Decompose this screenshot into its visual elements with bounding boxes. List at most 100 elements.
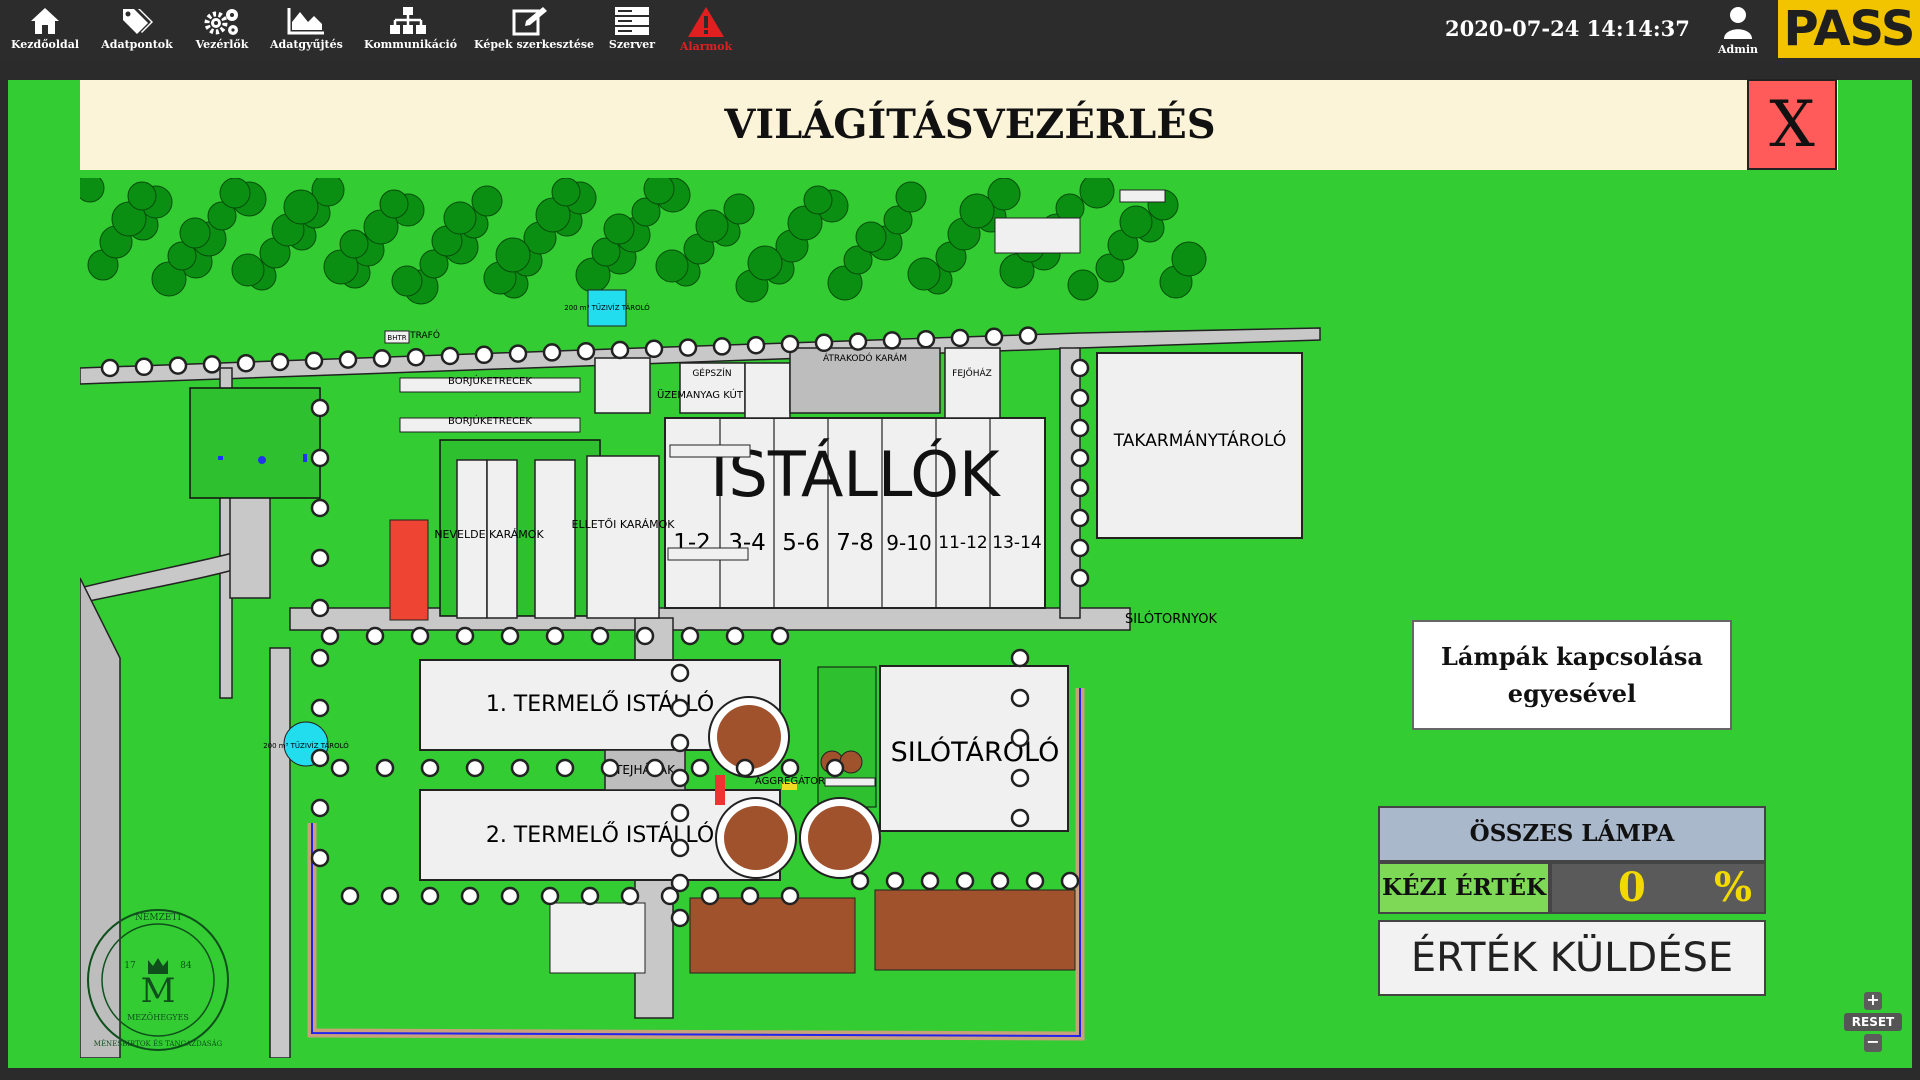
lamp[interactable] xyxy=(465,758,485,778)
lamp[interactable] xyxy=(555,758,575,778)
lamp[interactable] xyxy=(670,803,690,823)
lamp[interactable] xyxy=(1070,358,1090,378)
lamp[interactable] xyxy=(1018,326,1038,345)
lamp[interactable] xyxy=(670,698,690,718)
lamp[interactable] xyxy=(1070,448,1090,468)
lamp[interactable] xyxy=(545,626,565,646)
lamp[interactable] xyxy=(1010,808,1030,828)
lamp[interactable] xyxy=(670,733,690,753)
lamp[interactable] xyxy=(310,798,330,818)
nav-szerver[interactable]: Szerver xyxy=(608,4,656,60)
lamp[interactable] xyxy=(330,758,350,778)
lamp[interactable] xyxy=(690,758,710,778)
lamp[interactable] xyxy=(955,871,975,891)
lamp[interactable] xyxy=(365,626,385,646)
lamp[interactable] xyxy=(340,886,360,906)
lamp[interactable] xyxy=(620,886,640,906)
lamp[interactable] xyxy=(1010,728,1030,748)
lamp[interactable] xyxy=(1010,768,1030,788)
lamp[interactable] xyxy=(740,886,760,906)
lamp[interactable] xyxy=(1070,538,1090,558)
lamp[interactable] xyxy=(600,758,620,778)
lamp[interactable] xyxy=(735,758,755,778)
lamp[interactable] xyxy=(310,698,330,718)
lamp[interactable] xyxy=(100,358,120,378)
zoom-reset-button[interactable]: RESET xyxy=(1844,1013,1902,1031)
lamp[interactable] xyxy=(770,626,790,646)
lamp[interactable] xyxy=(460,886,480,906)
lamp[interactable] xyxy=(644,339,664,359)
lamp[interactable] xyxy=(680,626,700,646)
lamp[interactable] xyxy=(1070,388,1090,408)
nav-home[interactable]: Kezdőoldal xyxy=(8,4,82,60)
lamp[interactable] xyxy=(712,337,732,356)
lamp[interactable] xyxy=(670,838,690,858)
lamp[interactable] xyxy=(746,335,766,355)
lamp[interactable] xyxy=(1025,871,1045,891)
send-value-button[interactable]: ÉRTÉK KÜLDÉSE xyxy=(1378,920,1766,996)
lamp[interactable] xyxy=(1070,508,1090,528)
lamp[interactable] xyxy=(500,626,520,646)
lamp[interactable] xyxy=(990,871,1010,891)
lamp[interactable] xyxy=(814,333,834,353)
lamp[interactable] xyxy=(270,352,290,372)
lamp[interactable] xyxy=(848,332,868,351)
lamp[interactable] xyxy=(420,758,440,778)
lamp[interactable] xyxy=(780,334,800,354)
lamp[interactable] xyxy=(580,886,600,906)
lamp[interactable] xyxy=(500,886,520,906)
individual-lamps-button[interactable]: Lámpák kapcsolása egyesével xyxy=(1412,620,1732,730)
lamp[interactable] xyxy=(1070,478,1090,498)
lamp[interactable] xyxy=(882,331,902,350)
user-menu[interactable]: Admin xyxy=(1712,6,1764,58)
lamp[interactable] xyxy=(372,349,392,368)
lamp[interactable] xyxy=(310,848,330,868)
lamp[interactable] xyxy=(310,748,330,768)
lamp[interactable] xyxy=(420,886,440,906)
nav-vezerlok[interactable]: Vezérlők xyxy=(190,4,254,60)
lamp[interactable] xyxy=(635,626,655,646)
lamp[interactable] xyxy=(474,345,494,365)
lamp[interactable] xyxy=(670,908,690,928)
lamp[interactable] xyxy=(916,329,936,349)
lamp[interactable] xyxy=(670,873,690,893)
lamp[interactable] xyxy=(310,498,330,518)
lamp[interactable] xyxy=(310,648,330,668)
lamp[interactable] xyxy=(236,353,256,373)
lamp[interactable] xyxy=(984,327,1004,347)
nav-adatgyujtes[interactable]: Adatgyűjtés xyxy=(270,4,343,60)
lamp[interactable] xyxy=(202,355,222,374)
lamp[interactable] xyxy=(1010,648,1030,668)
lamp[interactable] xyxy=(780,886,800,906)
lamp[interactable] xyxy=(950,328,970,348)
nav-kommunikacio[interactable]: Kommunikáció xyxy=(364,4,457,60)
lamp[interactable] xyxy=(1070,418,1090,438)
lamp[interactable] xyxy=(134,357,154,377)
lamp[interactable] xyxy=(670,768,690,788)
nav-adatpontok[interactable]: Adatpontok xyxy=(98,4,176,60)
lamp[interactable] xyxy=(850,871,870,891)
lamp[interactable] xyxy=(410,626,430,646)
close-button[interactable]: X xyxy=(1747,79,1837,170)
lamp[interactable] xyxy=(508,344,528,363)
lamp[interactable] xyxy=(310,598,330,618)
lamp[interactable] xyxy=(540,886,560,906)
lamp[interactable] xyxy=(590,626,610,646)
lamp[interactable] xyxy=(825,758,845,778)
lamp[interactable] xyxy=(304,351,324,371)
lamp[interactable] xyxy=(678,338,698,357)
lamp[interactable] xyxy=(310,448,330,468)
lamp[interactable] xyxy=(645,758,665,778)
lamp[interactable] xyxy=(542,343,562,362)
lamp[interactable] xyxy=(670,663,690,683)
lamp[interactable] xyxy=(725,626,745,646)
lamp[interactable] xyxy=(338,350,358,369)
lamp[interactable] xyxy=(1060,871,1080,891)
lamp[interactable] xyxy=(455,626,475,646)
lamp[interactable] xyxy=(440,346,460,366)
lamp[interactable] xyxy=(406,347,426,367)
nav-alarmok[interactable]: Alarmok xyxy=(678,4,734,60)
lamp[interactable] xyxy=(375,758,395,778)
nav-kepek-szerkesztese[interactable]: Képek szerkesztése xyxy=(474,4,594,60)
lamp[interactable] xyxy=(168,356,188,375)
